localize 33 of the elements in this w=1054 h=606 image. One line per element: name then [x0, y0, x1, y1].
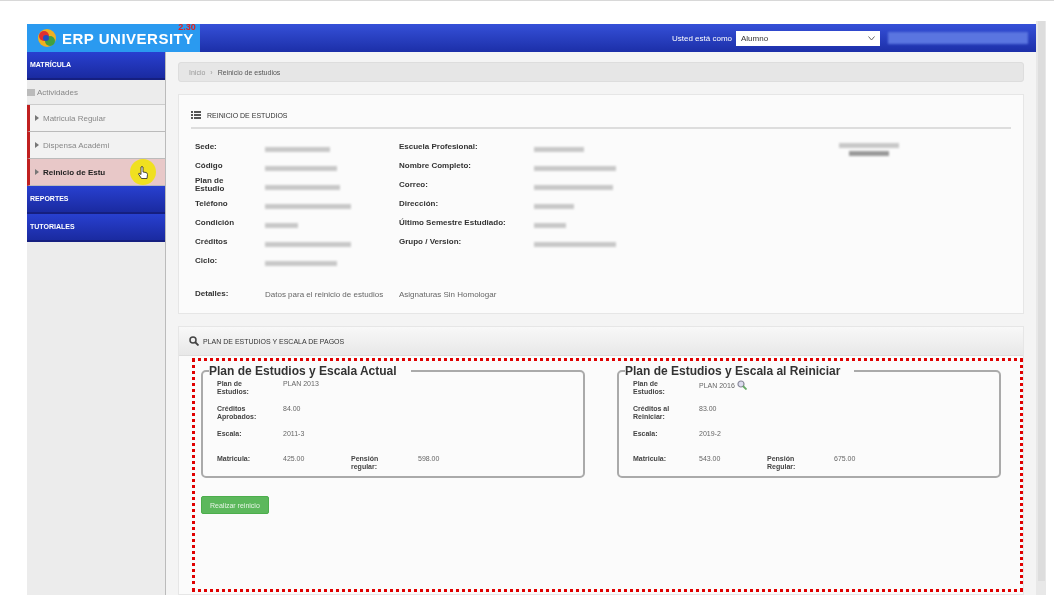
logo-text: ERP UNIVERSITY [62, 29, 194, 47]
field-label: Nombre Completo: [399, 161, 472, 170]
hand-cursor-icon [138, 165, 148, 179]
field-label: Escuela Profesional: [399, 142, 479, 151]
logo-icon [37, 28, 57, 48]
role-label: Usted está como [671, 33, 732, 43]
field-label: Dirección: [399, 199, 440, 208]
field-label: Último Semestre Estudiado: [399, 218, 507, 227]
version-text: 2.30 [178, 22, 196, 32]
search-icon [189, 336, 199, 346]
field-label: Sede: [195, 142, 218, 151]
field-label: Teléfono [195, 199, 229, 208]
field-label: Grupo / Version: [399, 237, 463, 246]
caret-icon [868, 35, 875, 41]
triangle-icon [35, 115, 39, 121]
field-label: Condición [195, 218, 236, 227]
card-title: Plan de Estudios y Escala al Reiniciar [625, 364, 842, 378]
triangle-icon [35, 142, 39, 148]
triangle-icon [35, 169, 39, 175]
field-label: Ciclo: [195, 256, 219, 265]
field-label: Código [195, 161, 224, 170]
details-link[interactable]: Asignaturas Sin Homologar [399, 290, 497, 299]
search-icon [736, 380, 747, 390]
role-select[interactable]: Alumno [736, 30, 880, 46]
field-label: Detalles: [195, 290, 230, 298]
sidebar-group-label: Actividades [37, 87, 78, 97]
field-label: Plan de Estudio [195, 176, 226, 193]
card-title: Plan de Estudios y Escala Actual [209, 364, 398, 378]
field-label: Correo: [399, 180, 429, 189]
scrollbar[interactable] [1038, 21, 1045, 581]
sidebar-item[interactable]: Reinicio de Estu [27, 159, 165, 186]
field-label: Créditos [195, 237, 229, 246]
details-text: Datos para el reinicio de estudios [265, 290, 385, 299]
